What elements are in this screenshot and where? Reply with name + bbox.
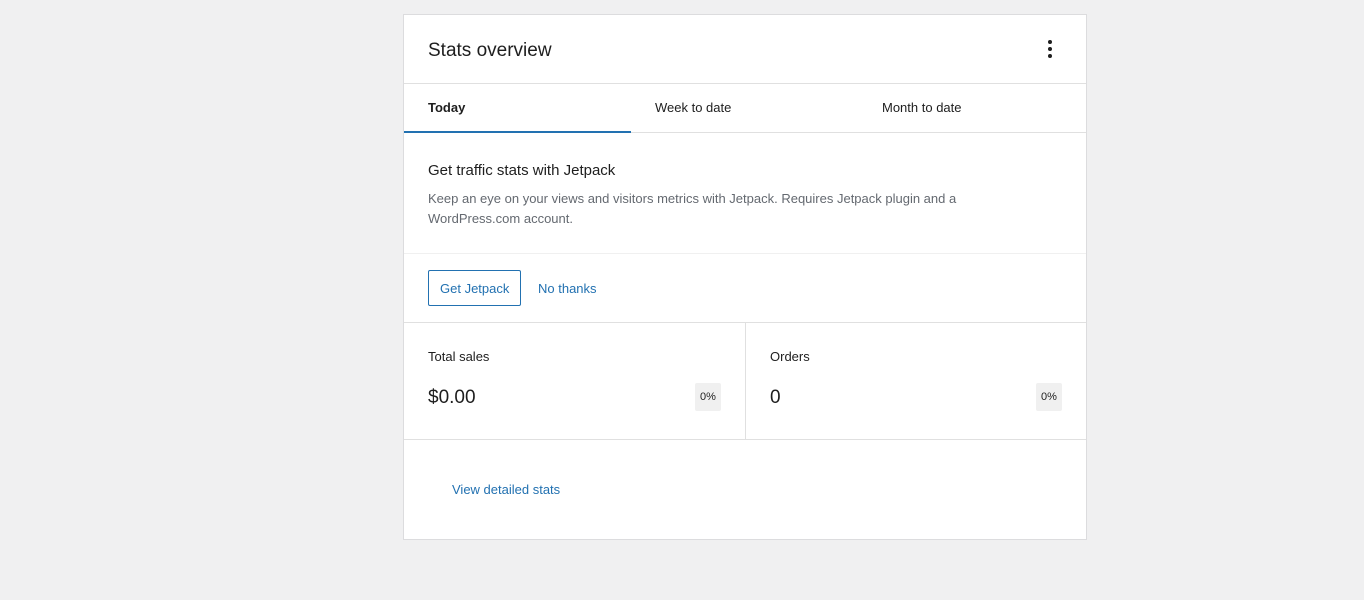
card-header: Stats overview	[404, 15, 1086, 84]
tab-month-to-date[interactable]: Month to date	[858, 84, 1085, 132]
stat-label: Orders	[770, 349, 810, 364]
stat-total-sales[interactable]: Total sales $0.00 0%	[404, 323, 745, 439]
stats-overview-card: Stats overview Today Week to date Month …	[403, 14, 1087, 540]
stats-grid: Total sales $0.00 0% Orders 0 0%	[404, 323, 1086, 440]
stat-value: $0.00	[428, 387, 476, 408]
stat-label: Total sales	[428, 349, 490, 364]
card-footer: View detailed stats	[404, 440, 1086, 540]
tab-today[interactable]: Today	[404, 84, 631, 133]
no-thanks-button[interactable]: No thanks	[528, 270, 607, 306]
tab-week-to-date[interactable]: Week to date	[631, 84, 858, 132]
stat-orders[interactable]: Orders 0 0%	[745, 323, 1086, 439]
stat-value: 0	[770, 387, 781, 408]
view-detailed-stats-link[interactable]: View detailed stats	[452, 482, 560, 497]
stat-delta-badge: 0%	[1036, 383, 1062, 411]
more-options-button[interactable]	[1036, 35, 1064, 63]
promo-actions: Get Jetpack No thanks	[404, 254, 1086, 323]
card-title: Stats overview	[428, 40, 552, 61]
promo-description: Keep an eye on your views and visitors m…	[428, 191, 957, 226]
more-vertical-icon	[1048, 40, 1052, 58]
period-tabs: Today Week to date Month to date	[404, 84, 1086, 133]
jetpack-promo: Get traffic stats with Jetpack Keep an e…	[404, 133, 1086, 254]
promo-title: Get traffic stats with Jetpack	[428, 162, 616, 179]
get-jetpack-button[interactable]: Get Jetpack	[428, 270, 522, 306]
stat-delta-badge: 0%	[695, 383, 721, 411]
